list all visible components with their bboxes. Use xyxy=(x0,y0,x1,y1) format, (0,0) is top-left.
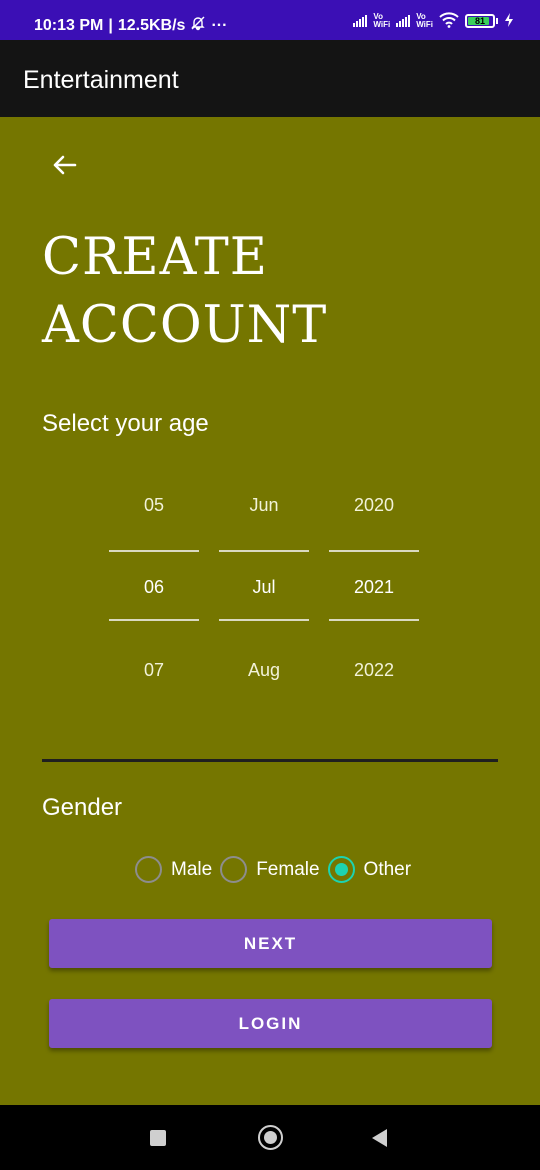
mute-bell-icon xyxy=(190,15,206,36)
gender-option-male[interactable]: Male xyxy=(135,856,212,883)
day-selected-value[interactable]: 06 xyxy=(109,577,199,598)
year-picker[interactable]: 2020 2021 2022 xyxy=(329,470,419,690)
radio-other[interactable] xyxy=(327,856,355,883)
back-arrow-icon[interactable] xyxy=(50,150,80,180)
year-next-value[interactable]: 2022 xyxy=(329,660,419,681)
status-more: ··· xyxy=(211,16,228,34)
system-nav-bar xyxy=(0,1105,540,1170)
age-label: Select your age xyxy=(42,410,209,437)
status-right: Vo WiFi Vo WiFi 81 xyxy=(353,12,514,30)
gender-option-other[interactable]: Other xyxy=(327,856,412,883)
picker-divider xyxy=(109,550,199,552)
radio-male[interactable] xyxy=(135,856,162,883)
picker-divider xyxy=(329,619,419,621)
day-picker[interactable]: 05 06 07 xyxy=(109,470,199,690)
signal-icon xyxy=(353,15,368,27)
vowifi-indicator: Vo WiFi xyxy=(373,13,390,29)
gender-option-female[interactable]: Female xyxy=(220,856,320,883)
app-title: Entertainment xyxy=(23,66,179,94)
page-title-line-2: ACCOUNT xyxy=(42,296,328,355)
app-bar: Entertainment xyxy=(0,40,540,117)
picker-divider xyxy=(109,619,199,621)
month-picker[interactable]: Jun Jul Aug xyxy=(219,470,309,690)
gender-radio-group: Male Female Other xyxy=(135,856,419,883)
status-bar: 10:13 PM | 12.5KB/s ··· Vo WiFi Vo WiFi 81 xyxy=(0,0,540,40)
status-left: 10:13 PM | 12.5KB/s ··· xyxy=(34,15,227,36)
month-prev-value[interactable]: Jun xyxy=(219,495,309,516)
signal-icon xyxy=(396,15,411,27)
charging-icon xyxy=(504,13,514,29)
picker-divider xyxy=(219,550,309,552)
month-selected-value[interactable]: Jul xyxy=(219,577,309,598)
vowifi-indicator: Vo WiFi xyxy=(416,13,433,29)
vowifi-bottom: WiFi xyxy=(373,20,391,29)
battery-icon: 81 xyxy=(465,14,498,28)
picker-divider xyxy=(329,550,419,552)
wifi-icon xyxy=(439,12,459,30)
home-circle-icon[interactable] xyxy=(258,1125,283,1150)
month-next-value[interactable]: Aug xyxy=(219,660,309,681)
picker-divider xyxy=(219,619,309,621)
page-title: CREATE ACCOUNT xyxy=(42,224,327,360)
battery-level: 81 xyxy=(474,16,485,26)
section-divider xyxy=(42,759,498,762)
status-separator: | xyxy=(108,16,113,34)
next-button[interactable]: NEXT xyxy=(49,919,492,968)
radio-label-female[interactable]: Female xyxy=(256,859,319,881)
day-next-value[interactable]: 07 xyxy=(109,660,199,681)
radio-label-male[interactable]: Male xyxy=(171,859,212,881)
vowifi-bottom: WiFi xyxy=(416,20,433,29)
radio-label-other[interactable]: Other xyxy=(364,859,412,881)
login-button[interactable]: LOGIN xyxy=(49,999,492,1048)
year-prev-value[interactable]: 2020 xyxy=(329,495,419,516)
day-prev-value[interactable]: 05 xyxy=(109,495,199,516)
status-network-speed: 12.5KB/s xyxy=(117,16,186,34)
recents-square-icon[interactable] xyxy=(150,1130,166,1146)
back-triangle-icon[interactable] xyxy=(372,1129,387,1147)
radio-female[interactable] xyxy=(220,856,248,883)
page-title-line-1: CREATE xyxy=(42,228,268,287)
status-time: 10:13 PM xyxy=(34,16,104,34)
gender-label: Gender xyxy=(42,794,123,821)
year-selected-value[interactable]: 2021 xyxy=(329,577,419,598)
